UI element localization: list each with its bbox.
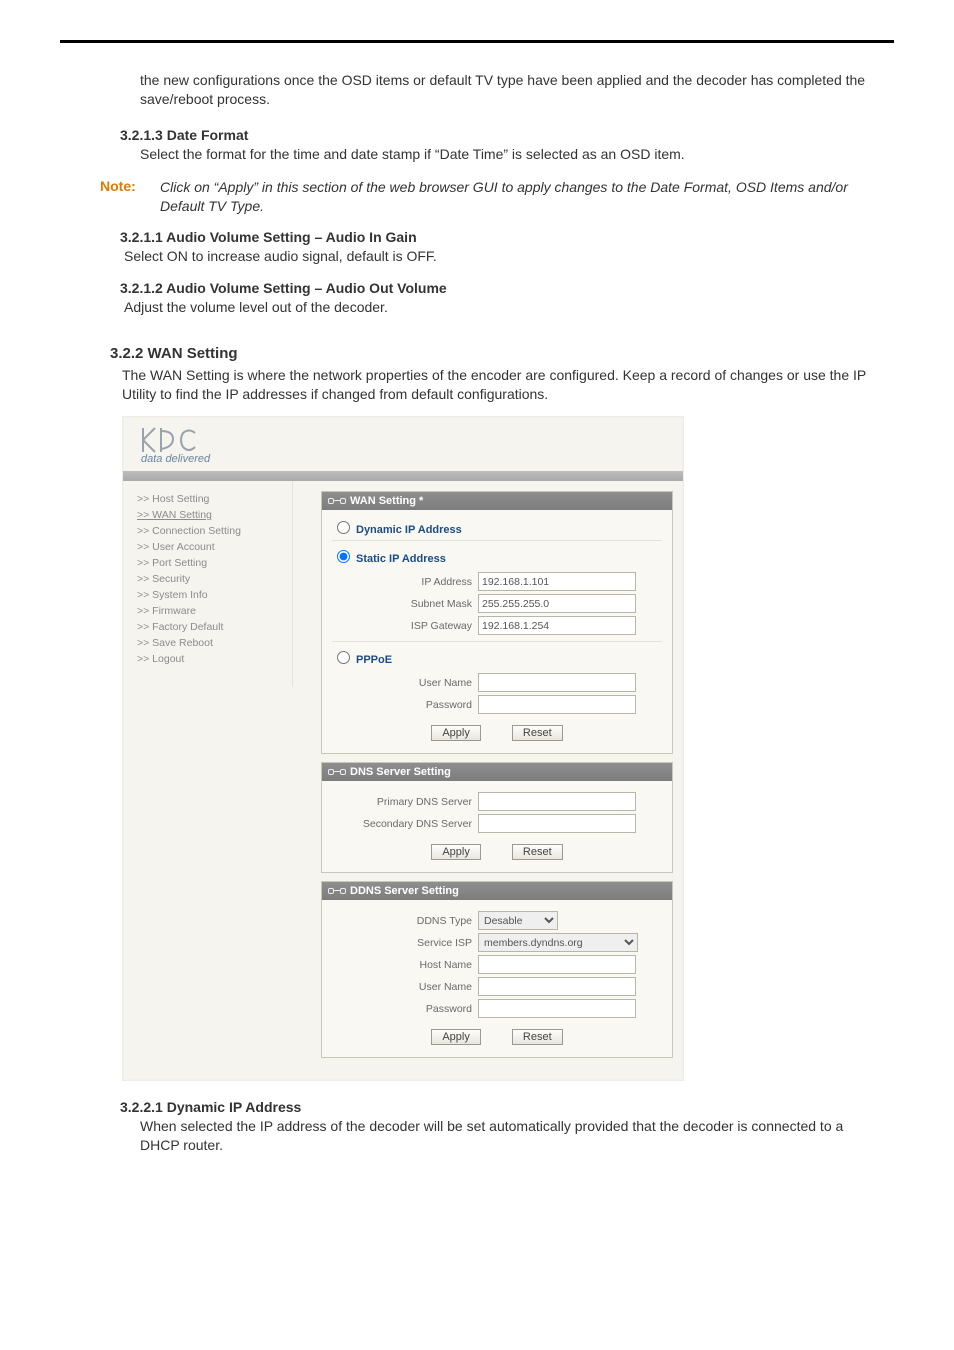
page-rule (60, 40, 894, 43)
option-static-ip[interactable]: Static IP Address (332, 540, 662, 569)
wan-reset-button[interactable]: Reset (512, 725, 563, 741)
text-wan-setting: The WAN Setting is where the network pro… (122, 366, 874, 404)
input-ip-address[interactable] (478, 572, 636, 591)
heading-wan-setting: 3.2.2 WAN Setting (110, 345, 874, 362)
sidebar: >> Host Setting >> WAN Setting >> Connec… (123, 481, 293, 687)
nav-user-account[interactable]: >> User Account (137, 539, 287, 555)
input-subnet-mask[interactable] (478, 594, 636, 613)
brand-logo-icon (139, 425, 219, 455)
label-subnet-mask: Subnet Mask (332, 598, 478, 610)
radio-static-ip[interactable] (337, 550, 350, 563)
option-pppoe[interactable]: PPPoE (332, 641, 662, 670)
heading-dynamic-ip: 3.2.2.1 Dynamic IP Address (120, 1099, 874, 1115)
input-pppoe-user[interactable] (478, 673, 636, 692)
heading-date-format: 3.2.1.3 Date Format (120, 127, 874, 143)
label-service-isp: Service ISP (332, 937, 478, 949)
nav-factory-default[interactable]: >> Factory Default (137, 619, 287, 635)
label-pppoe-user: User Name (332, 677, 478, 689)
heading-audio-in: 3.2.1.1 Audio Volume Setting – Audio In … (120, 229, 874, 245)
panel-ddns-title: DDNS Server Setting (350, 885, 459, 897)
note-text: Click on “Apply” in this section of the … (160, 178, 874, 216)
ddns-reset-button[interactable]: Reset (512, 1029, 563, 1045)
panel-wan-header: WAN Setting * (322, 492, 672, 510)
nav-save-reboot[interactable]: >> Save Reboot (137, 635, 287, 651)
nav-security[interactable]: >> Security (137, 571, 287, 587)
select-service-isp[interactable]: members.dyndns.org (478, 933, 638, 952)
text-dynamic-ip: When selected the IP address of the deco… (140, 1117, 874, 1155)
radio-dynamic-ip[interactable] (337, 521, 350, 534)
link-icon (328, 496, 346, 506)
panel-wan-title: WAN Setting * (350, 495, 423, 507)
wan-apply-button[interactable]: Apply (431, 725, 481, 741)
page-content: the new configurations once the OSD item… (0, 71, 954, 1209)
label-ddns-pass: Password (332, 1003, 478, 1015)
label-secondary-dns: Secondary DNS Server (332, 818, 478, 830)
label-ddns-type: DDNS Type (332, 915, 478, 927)
ddns-apply-button[interactable]: Apply (431, 1029, 481, 1045)
input-ddns-pass[interactable] (478, 999, 636, 1018)
text-audio-out: Adjust the volume level out of the decod… (124, 298, 874, 317)
input-ddns-user[interactable] (478, 977, 636, 996)
panel-ddns: DDNS Server Setting DDNS Type Desable Se… (321, 881, 673, 1058)
radio-pppoe[interactable] (337, 651, 350, 664)
nav-connection-setting[interactable]: >> Connection Setting (137, 523, 287, 539)
heading-audio-out: 3.2.1.2 Audio Volume Setting – Audio Out… (120, 280, 874, 296)
label-primary-dns: Primary DNS Server (332, 796, 478, 808)
brand-area: data delivered (123, 417, 683, 467)
note-label: Note: (100, 178, 160, 216)
note-block: Note: Click on “Apply” in this section o… (100, 178, 874, 216)
embedded-ui-screenshot: data delivered >> Host Setting >> WAN Se… (122, 416, 684, 1081)
input-secondary-dns[interactable] (478, 814, 636, 833)
label-pppoe-pass: Password (332, 699, 478, 711)
nav-logout[interactable]: >> Logout (137, 651, 287, 667)
input-primary-dns[interactable] (478, 792, 636, 811)
label-ddns-host: Host Name (332, 959, 478, 971)
panel-dns: DNS Server Setting Primary DNS Server Se… (321, 762, 673, 873)
label-pppoe: PPPoE (356, 654, 392, 666)
panel-dns-title: DNS Server Setting (350, 766, 451, 778)
main-area: WAN Setting * Dynamic IP Address Static … (293, 481, 683, 1080)
nav-firmware[interactable]: >> Firmware (137, 603, 287, 619)
nav-wan-setting[interactable]: >> WAN Setting (137, 507, 287, 523)
link-icon (328, 767, 346, 777)
dns-reset-button[interactable]: Reset (512, 844, 563, 860)
panel-dns-header: DNS Server Setting (322, 763, 672, 781)
option-dynamic-ip[interactable]: Dynamic IP Address (332, 518, 662, 540)
label-ip-address: IP Address (332, 576, 478, 588)
label-dynamic-ip: Dynamic IP Address (356, 524, 462, 536)
select-ddns-type[interactable]: Desable (478, 911, 558, 930)
header-bar (123, 471, 683, 481)
brand-tagline: data delivered (141, 453, 675, 465)
label-static-ip: Static IP Address (356, 553, 446, 565)
nav-host-setting[interactable]: >> Host Setting (137, 491, 287, 507)
nav-system-info[interactable]: >> System Info (137, 587, 287, 603)
nav-port-setting[interactable]: >> Port Setting (137, 555, 287, 571)
panel-ddns-header: DDNS Server Setting (322, 882, 672, 900)
label-isp-gateway: ISP Gateway (332, 620, 478, 632)
label-ddns-user: User Name (332, 981, 478, 993)
intro-paragraph: the new configurations once the OSD item… (140, 71, 874, 109)
text-audio-in: Select ON to increase audio signal, defa… (124, 247, 874, 266)
link-icon (328, 886, 346, 896)
panel-wan-setting: WAN Setting * Dynamic IP Address Static … (321, 491, 673, 754)
text-date-format: Select the format for the time and date … (140, 145, 874, 164)
input-ddns-host[interactable] (478, 955, 636, 974)
input-pppoe-pass[interactable] (478, 695, 636, 714)
input-isp-gateway[interactable] (478, 616, 636, 635)
dns-apply-button[interactable]: Apply (431, 844, 481, 860)
